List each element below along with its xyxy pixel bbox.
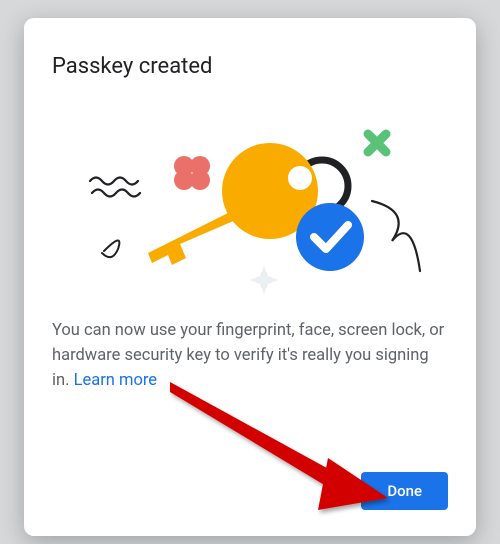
done-button[interactable]: Done (361, 472, 448, 510)
passkey-created-dialog: Passkey created (24, 18, 476, 536)
key-illustration (52, 101, 448, 301)
illustration-svg (52, 101, 448, 301)
learn-more-link[interactable]: Learn more (74, 371, 157, 390)
dialog-body: You can now use your fingerprint, face, … (52, 319, 448, 393)
dialog-title: Passkey created (52, 54, 448, 79)
dialog-footer: Done (52, 452, 448, 510)
